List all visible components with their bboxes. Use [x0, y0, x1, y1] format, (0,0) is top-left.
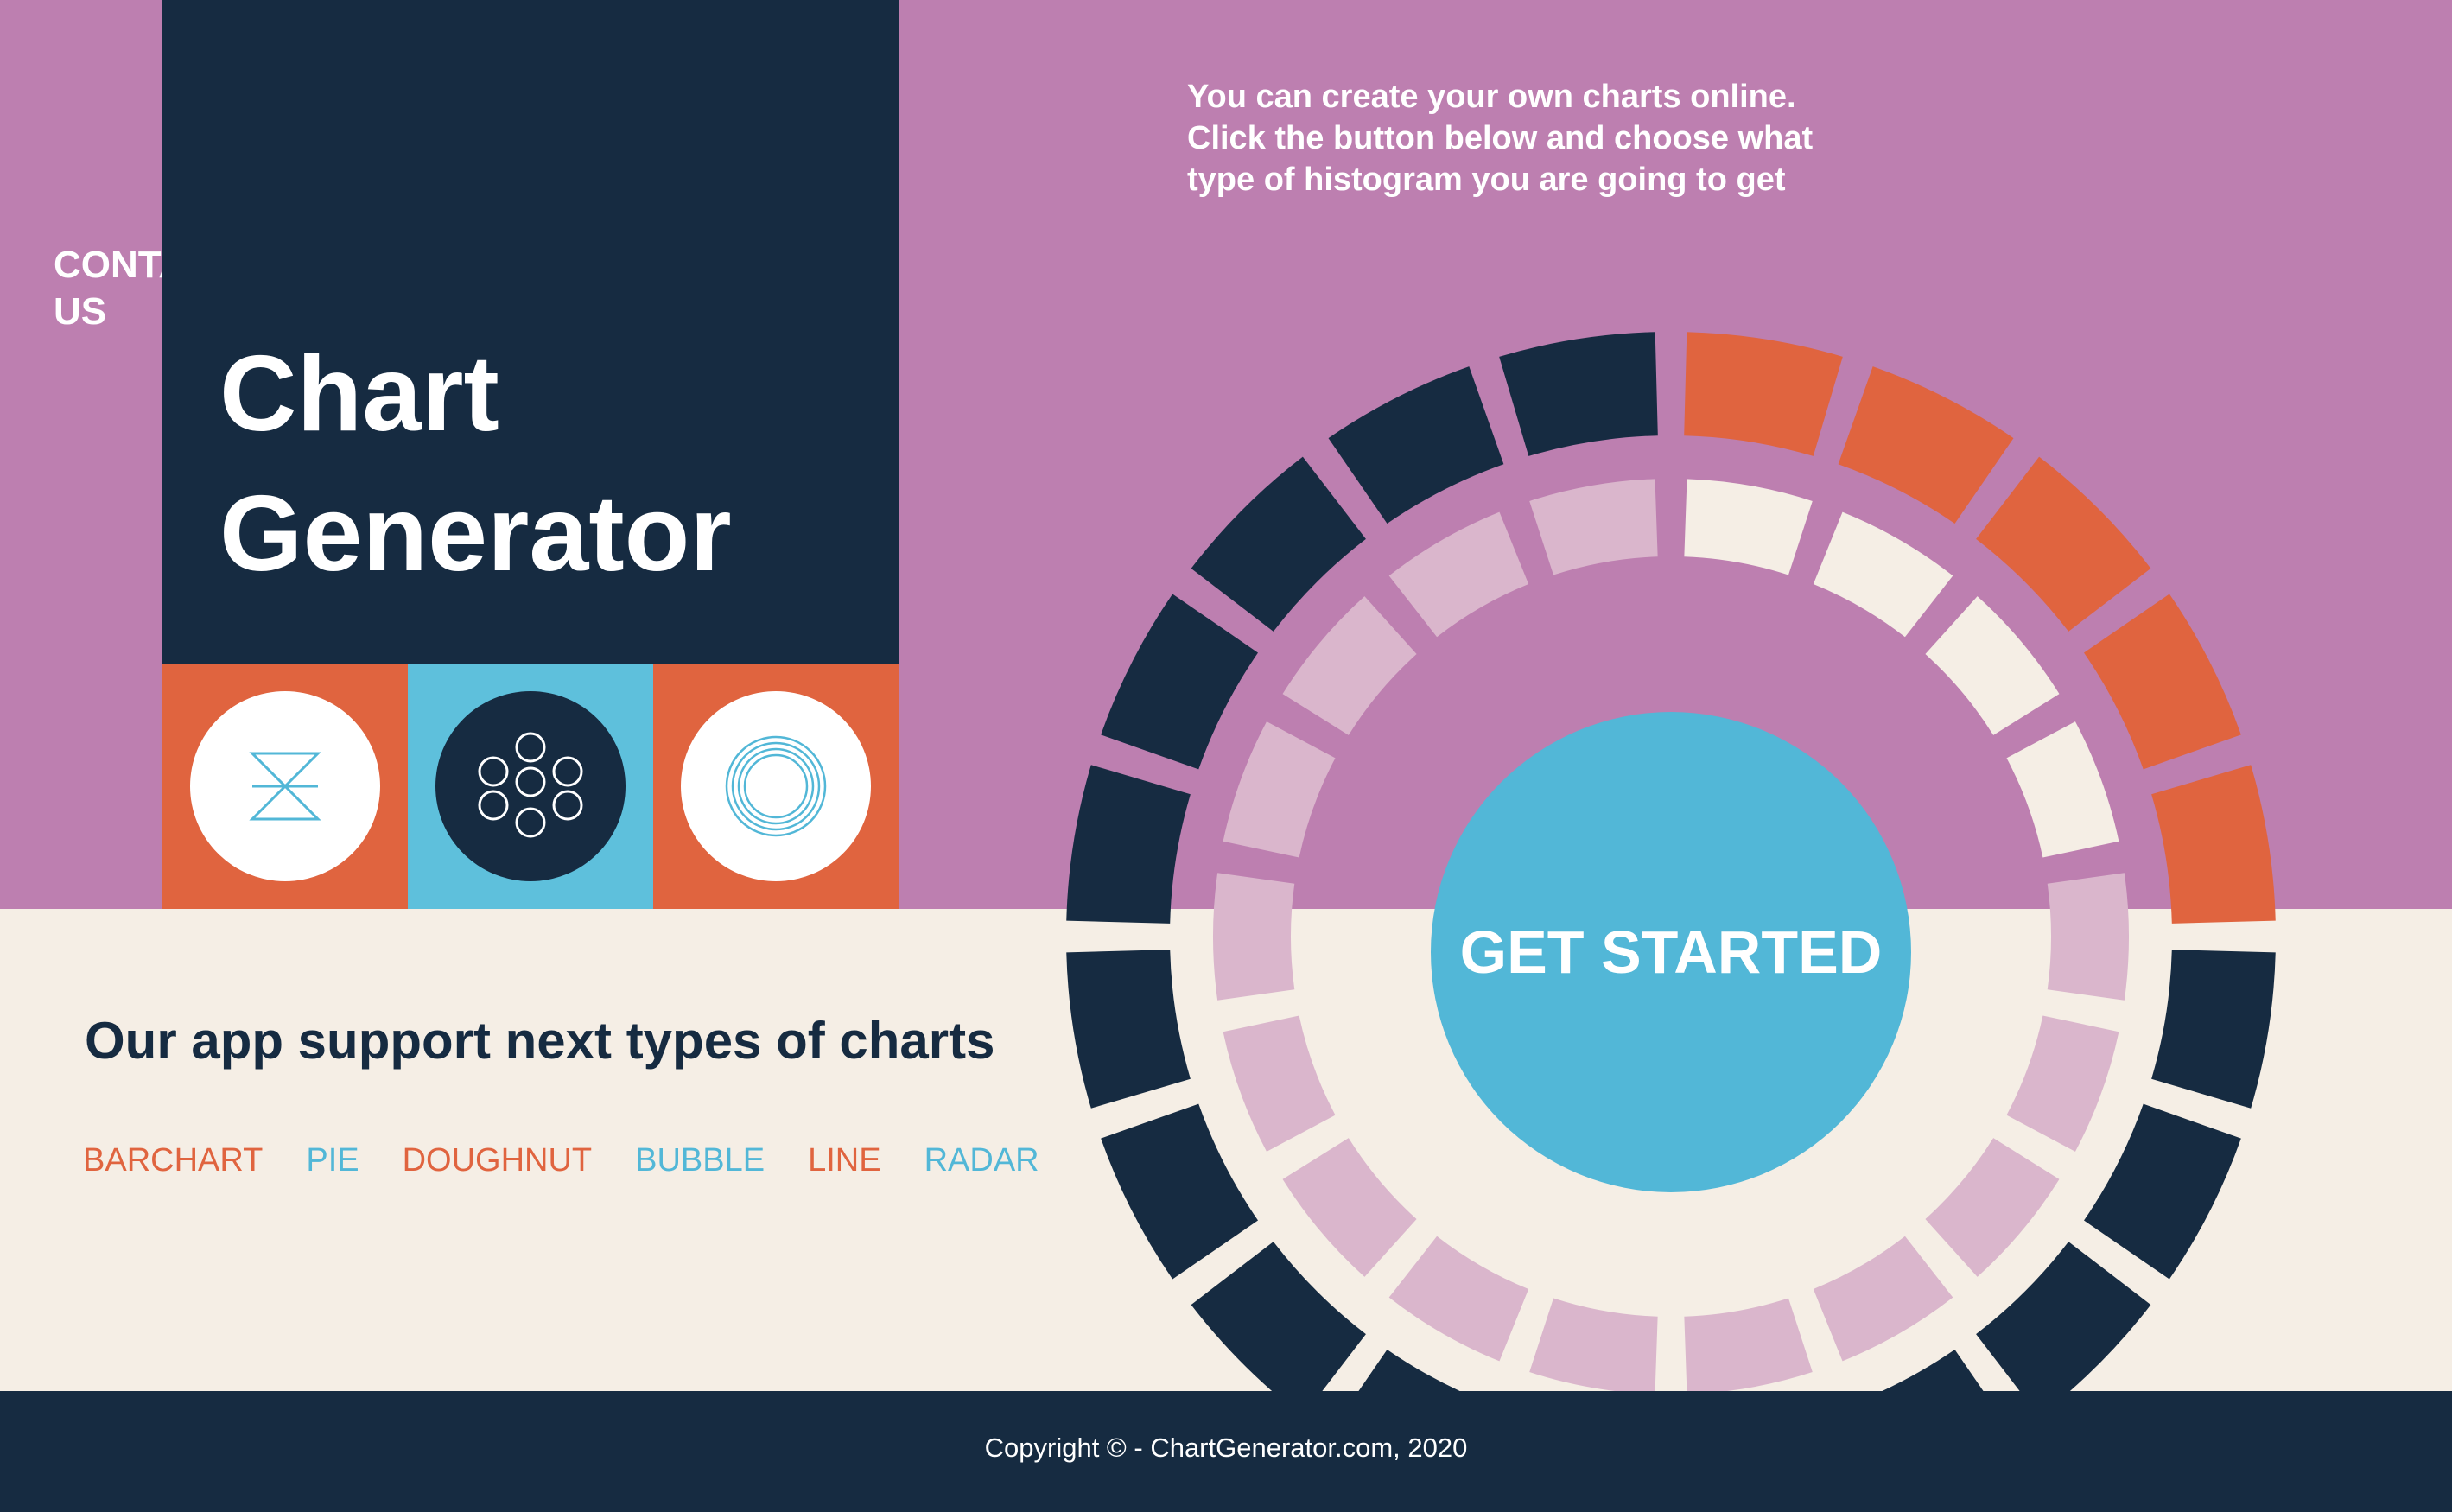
inner-ring-segment — [2006, 721, 2119, 858]
outer-ring-segment — [1882, 1349, 1984, 1391]
outer-ring-segment — [2083, 1103, 2241, 1280]
chart-type-doughnut[interactable]: DOUGHNUT — [403, 1142, 593, 1179]
outer-ring-segment — [1976, 456, 2151, 632]
outer-ring-segment — [1101, 594, 1259, 770]
outer-ring-segment — [1066, 765, 1191, 924]
outer-ring-segment — [1838, 366, 2014, 524]
outer-ring-segment — [1976, 1242, 2151, 1391]
chart-type-barchart[interactable]: BARCHART — [83, 1142, 263, 1179]
supported-charts-heading: Our app support next types of charts — [85, 1012, 995, 1070]
decorative-wheel — [1066, 332, 2276, 1391]
inner-ring-segment — [1213, 873, 1295, 1001]
outer-ring-segment — [1499, 332, 1658, 456]
inner-ring-segment — [2047, 873, 2129, 1001]
inner-ring-segment — [1388, 1236, 1529, 1362]
outer-ring-segment — [1191, 456, 1366, 632]
inner-ring-segment — [1684, 479, 1813, 575]
inner-ring-segment — [1925, 596, 2060, 735]
outer-ring-segment — [1328, 366, 1504, 524]
outer-ring-segment — [2151, 765, 2276, 924]
chart-type-radar[interactable]: RADAR — [924, 1142, 1039, 1179]
inner-ring-segment — [1388, 511, 1529, 638]
outer-ring-segment — [2151, 950, 2276, 1109]
inner-ring-segment — [2006, 1015, 2119, 1152]
get-started-button[interactable]: GET STARTED — [1431, 712, 1911, 1192]
inner-ring-segment — [1813, 511, 1953, 638]
outer-ring-segment — [2083, 594, 2241, 770]
inner-ring-segment — [1529, 1298, 1658, 1391]
inner-ring-segment — [1223, 1015, 1336, 1152]
outer-ring-segment — [1066, 950, 1191, 1109]
chart-type-line[interactable]: LINE — [808, 1142, 880, 1179]
inner-ring-segment — [1684, 1298, 1813, 1391]
outer-ring-segment — [1684, 332, 1843, 456]
inner-ring-segment — [1223, 721, 1336, 858]
inner-ring-segment — [1282, 1138, 1417, 1277]
chart-type-bubble[interactable]: BUBBLE — [635, 1142, 765, 1179]
outer-ring-segment — [1358, 1349, 1460, 1391]
inner-ring-segment — [1813, 1236, 1953, 1362]
chart-type-list: BARCHART PIE DOUGHNUT BUBBLE LINE RADAR — [83, 1142, 1083, 1179]
inner-ring-segment — [1529, 479, 1658, 575]
inner-ring-segment — [1282, 596, 1417, 735]
outer-ring-segment — [1191, 1242, 1366, 1391]
copyright-text: Copyright © - ChartGenerator.com, 2020 — [984, 1433, 1468, 1463]
chart-type-pie[interactable]: PIE — [306, 1142, 359, 1179]
outer-ring-segment — [1101, 1103, 1259, 1280]
inner-ring-segment — [1925, 1138, 2060, 1277]
